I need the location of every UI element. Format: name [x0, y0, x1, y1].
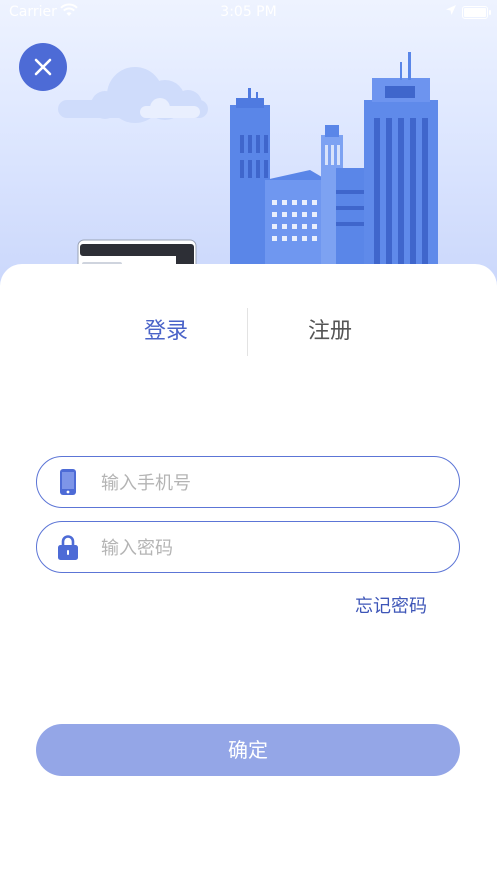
lock-icon: [58, 535, 78, 560]
header-banner: Carrier 3:05 PM: [0, 0, 497, 300]
login-card: 登录 注册 忘记密码 确定: [0, 264, 497, 883]
phone-input[interactable]: [99, 457, 443, 509]
forgot-password-link[interactable]: 忘记密码: [355, 592, 427, 618]
login-screen: Carrier 3:05 PM 登录 注册 输入手机号 忘记密码 确定: [0, 0, 497, 883]
tab-register[interactable]: 注册: [250, 304, 410, 360]
auth-tabs: 登录 注册: [0, 304, 497, 360]
password-field[interactable]: [36, 521, 460, 574]
location-arrow-icon: [446, 5, 456, 15]
phone-field[interactable]: [36, 456, 460, 509]
city-bus-illustration: [58, 52, 438, 285]
status-time: 3:05 PM: [220, 4, 277, 20]
tab-login[interactable]: 登录: [86, 304, 246, 360]
phone-icon: [60, 469, 76, 495]
status-bar: Carrier 3:05 PM: [0, 0, 497, 26]
tab-divider: [247, 308, 248, 356]
close-button[interactable]: [19, 43, 67, 91]
confirm-button[interactable]: 确定: [36, 724, 460, 776]
battery-icon: [462, 6, 491, 19]
password-input[interactable]: [99, 522, 443, 574]
close-icon: [34, 58, 52, 76]
